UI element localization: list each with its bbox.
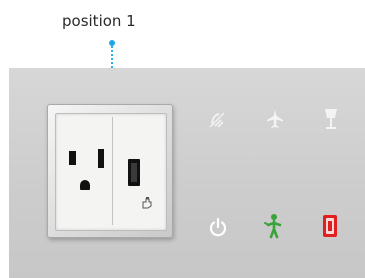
no-power-icon [209, 112, 225, 128]
usb-port-inner [131, 163, 137, 182]
outlet-slot-right [98, 149, 104, 168]
airplane-icon [267, 110, 283, 128]
outlet-divider [112, 117, 113, 225]
alert-icon[interactable] [321, 213, 339, 239]
hand-plug-icon [142, 197, 152, 209]
person-icon[interactable] [261, 213, 285, 239]
power-icon[interactable] [207, 216, 229, 238]
outlet-slot-left [69, 151, 76, 165]
outlet-ground-hole [80, 180, 90, 190]
position-label: position 1 [62, 12, 136, 30]
lamp-icon [325, 109, 337, 129]
power-outlet[interactable] [55, 113, 167, 231]
